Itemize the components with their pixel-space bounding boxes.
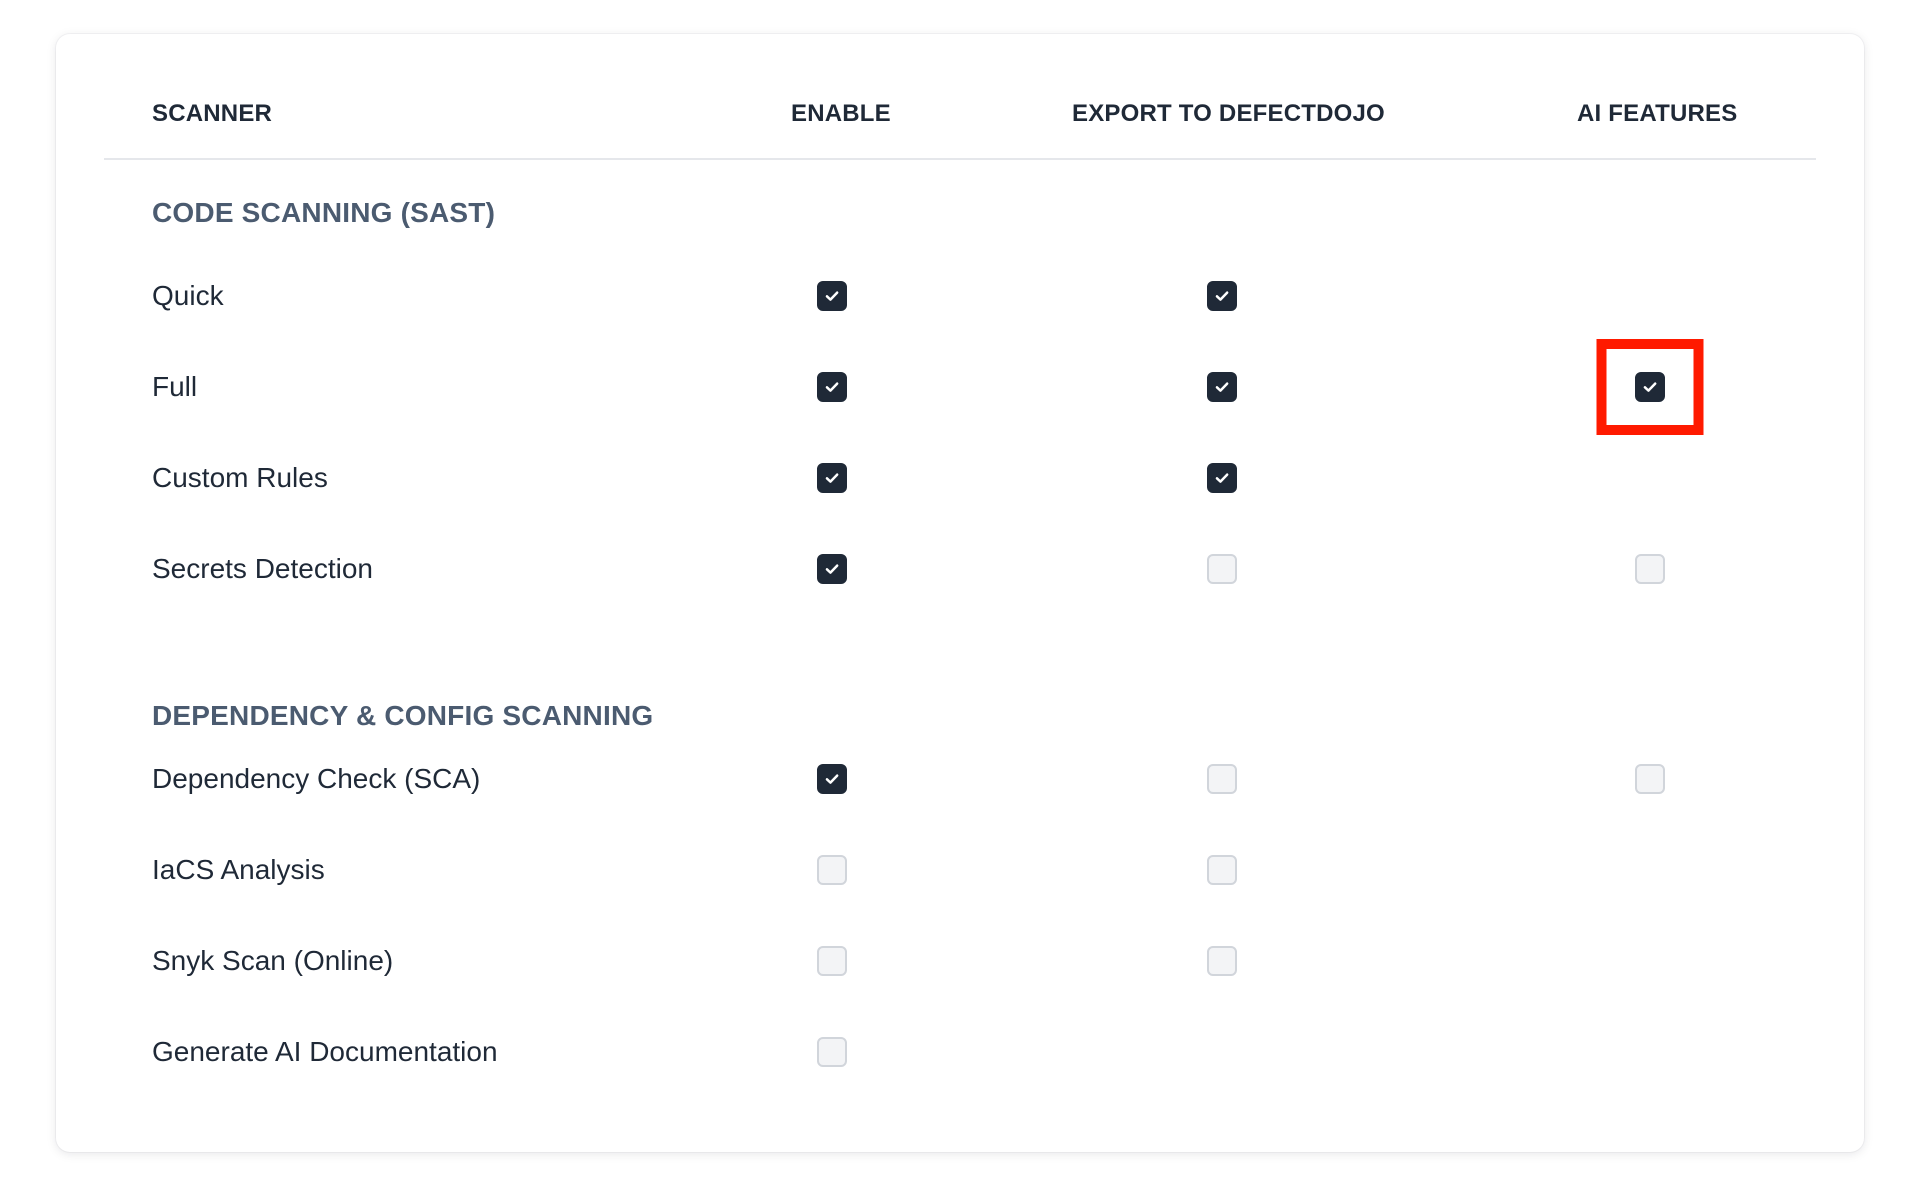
export-checkbox-iacs-analysis[interactable]	[1207, 855, 1237, 885]
scanner-label-snyk-scan-online: Snyk Scan (Online)	[152, 945, 394, 976]
column-header-scanner: SCANNER	[152, 100, 273, 127]
check-icon	[1215, 382, 1229, 392]
export-checkbox-dependency-check-sca[interactable]	[1207, 764, 1237, 794]
enable-checkbox-snyk-scan-online[interactable]	[817, 946, 847, 976]
scanner-label-full: Full	[152, 371, 198, 402]
export-checkbox-full[interactable]	[1207, 372, 1237, 402]
scanner-label-secrets-detection: Secrets Detection	[152, 553, 373, 584]
ai-checkbox-secrets-detection[interactable]	[1635, 554, 1665, 584]
scanner-label-dependency-check-sca: Dependency Check (SCA)	[152, 763, 481, 794]
enable-checkbox-secrets-detection[interactable]	[817, 554, 847, 584]
table-header	[104, 34, 1816, 160]
scanner-label-quick: Quick	[152, 280, 224, 311]
enable-checkbox-iacs-analysis[interactable]	[817, 855, 847, 885]
check-icon	[825, 774, 839, 784]
check-icon	[1643, 382, 1657, 392]
export-checkbox-custom-rules[interactable]	[1207, 463, 1237, 493]
enable-checkbox-dependency-check-sca[interactable]	[817, 764, 847, 794]
scanner-settings-card: SCANNER ENABLE EXPORT TO DEFECTDOJO AI F…	[56, 34, 1864, 1152]
scanner-label-generate-ai-documentation: Generate AI Documentation	[152, 1036, 498, 1067]
enable-checkbox-quick[interactable]	[817, 281, 847, 311]
check-icon	[825, 291, 839, 301]
scanner-label-iacs-analysis: IaCS Analysis	[152, 854, 325, 885]
check-icon	[825, 382, 839, 392]
ai-checkbox-dependency-check-sca[interactable]	[1635, 764, 1665, 794]
section-title: DEPENDENCY & CONFIG SCANNING	[152, 700, 654, 731]
ai-checkbox-full[interactable]	[1635, 372, 1665, 402]
scanner-label-custom-rules: Custom Rules	[152, 462, 328, 493]
check-icon	[1215, 291, 1229, 301]
check-icon	[825, 564, 839, 574]
export-checkbox-secrets-detection[interactable]	[1207, 554, 1237, 584]
column-header-enable: ENABLE	[791, 100, 891, 127]
export-checkbox-snyk-scan-online[interactable]	[1207, 946, 1237, 976]
check-icon	[825, 473, 839, 483]
enable-checkbox-custom-rules[interactable]	[817, 463, 847, 493]
column-header-ai-features: AI FEATURES	[1577, 100, 1738, 127]
enable-checkbox-generate-ai-documentation[interactable]	[817, 1037, 847, 1067]
export-checkbox-quick[interactable]	[1207, 281, 1237, 311]
column-header-export: EXPORT TO DEFECTDOJO	[1072, 100, 1385, 127]
check-icon	[1215, 473, 1229, 483]
section-title: CODE SCANNING (SAST)	[152, 197, 496, 228]
enable-checkbox-full[interactable]	[817, 372, 847, 402]
